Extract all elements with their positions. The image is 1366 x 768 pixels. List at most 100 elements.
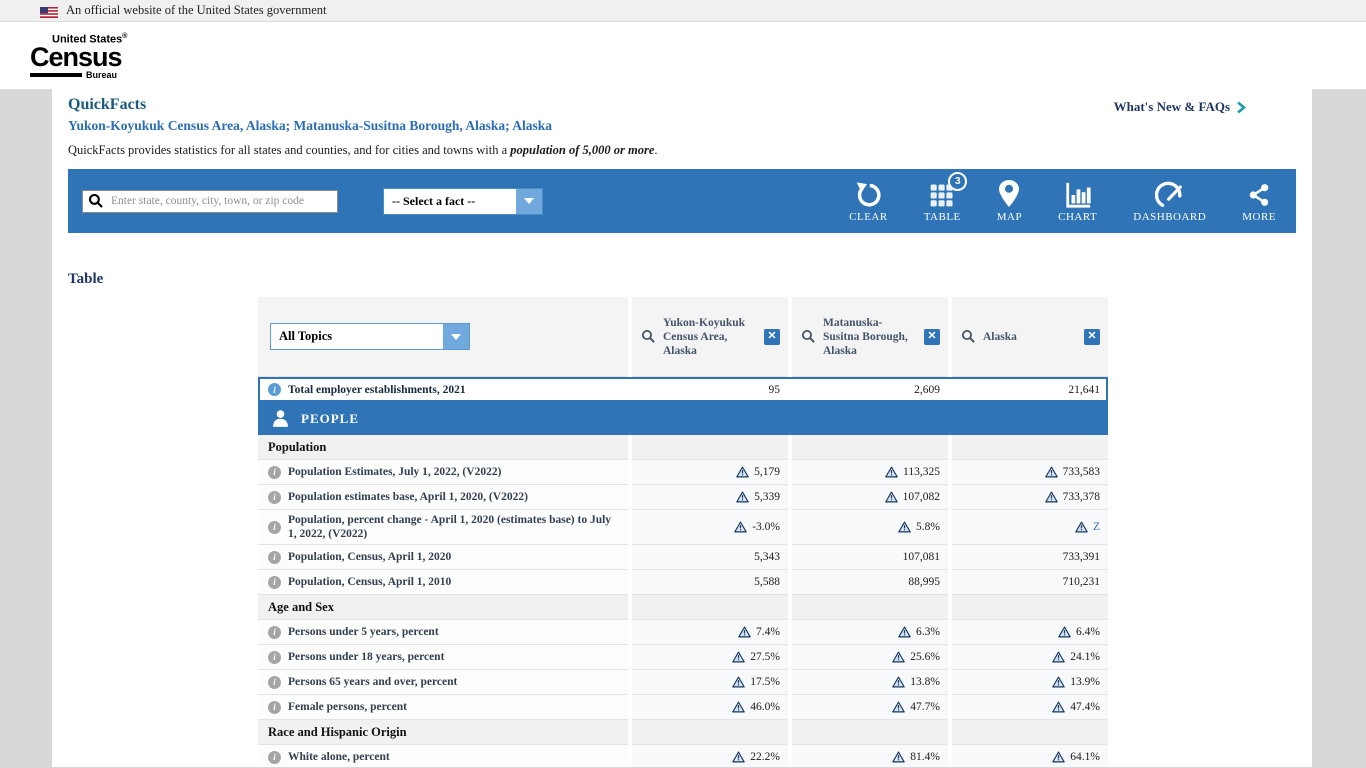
cell-value: 710,231 [1063,576,1100,588]
value-cell: 107,081 [792,545,948,570]
value-cell: 5,339 [632,485,788,510]
warning-triangle-icon[interactable] [885,491,898,503]
search-icon[interactable] [801,329,816,344]
warning-triangle-icon[interactable] [898,626,911,638]
cell-value: 7.4% [756,626,780,638]
info-icon[interactable]: i [268,751,281,764]
warning-triangle-icon[interactable] [892,676,905,688]
topics-dropdown-arrow-button[interactable] [443,324,469,349]
close-icon[interactable]: ✕ [764,329,780,345]
value-cell: 27.5% [632,645,788,670]
cell-value: 733,391 [1063,551,1100,563]
gauge-icon [1155,181,1185,209]
table-button-label: TABLE [924,211,961,223]
fact-select[interactable]: -- Select a fact -- [383,188,543,215]
clear-button[interactable]: CLEAR [849,179,888,223]
cell-value: 2,609 [914,384,940,396]
cell-value: 6.3% [916,626,940,638]
warning-triangle-icon[interactable] [892,701,905,713]
info-icon[interactable]: i [268,651,281,664]
subsection-title: Population [268,440,326,454]
clear-button-label: CLEAR [849,211,888,223]
census-bureau-logo[interactable]: United States® Census Bureau [30,31,140,81]
warning-triangle-icon[interactable] [1058,626,1071,638]
search-input[interactable] [109,191,337,212]
row-label: Persons 65 years and over, percent [288,675,457,689]
topics-header-cell: All Topics [258,297,628,377]
cell-value: 81.4% [910,751,940,763]
warning-triangle-icon[interactable] [1052,701,1065,713]
row-label-cell: i Population Estimates, July 1, 2022, (V2… [258,460,628,485]
info-icon[interactable]: i [268,701,281,714]
map-button[interactable]: MAP [997,179,1022,223]
row-label-cell: iFemale persons, percent [258,695,628,720]
cell-value: 733,583 [1063,466,1100,478]
close-icon[interactable]: ✕ [924,329,940,345]
warning-triangle-icon[interactable] [734,521,747,533]
geography-count-badge: 3 [948,172,967,191]
warning-triangle-icon[interactable] [1052,651,1065,663]
chevron-right-icon [1236,101,1246,114]
subsection-header-row: Race and Hispanic Origin [258,720,1108,745]
table-body: iTotal employer establishments, 2021952,… [258,377,1108,767]
warning-triangle-icon[interactable] [1052,676,1065,688]
info-icon[interactable]: i [268,576,281,589]
info-icon[interactable]: i [268,491,281,504]
subsection-title: Race and Hispanic Origin [268,725,407,739]
value-cell [632,595,788,620]
chart-button[interactable]: CHART [1058,179,1097,223]
dashboard-button[interactable]: DASHBOARD [1133,179,1206,223]
warning-triangle-icon[interactable] [1045,491,1058,503]
warning-triangle-icon[interactable] [892,751,905,763]
warning-triangle-icon[interactable] [1075,521,1088,533]
more-button[interactable]: MORE [1242,179,1276,223]
value-footnote-link[interactable]: Z [1093,521,1100,533]
table-button[interactable]: 3TABLE [924,179,961,223]
main-panel: QuickFacts What's New & FAQs Yukon-Koyuk… [52,89,1312,767]
info-icon[interactable]: i [268,626,281,639]
cell-value: 46.0% [750,701,780,713]
section-banner[interactable]: PEOPLE [258,402,1108,435]
value-cell: 47.4% [952,695,1108,720]
row-label-cell: iPopulation estimates base, April 1, 202… [258,485,628,510]
info-icon[interactable]: i [268,466,281,479]
value-cell: 113,325 [792,460,948,485]
warning-triangle-icon[interactable] [732,701,745,713]
value-cell: 733,378 [952,485,1108,510]
warning-triangle-icon[interactable] [885,466,898,478]
info-icon[interactable]: i [268,521,281,534]
row-label: Population Estimates, July 1, 2022, (V20… [288,465,501,479]
cell-value: 27.5% [750,651,780,663]
warning-triangle-icon[interactable] [732,676,745,688]
topics-dropdown[interactable]: All Topics [270,323,470,350]
whats-new-link[interactable]: What's New & FAQs [1114,99,1246,115]
info-icon[interactable]: i [268,676,281,689]
warning-triangle-icon[interactable] [732,651,745,663]
row-label: Population, percent change - April 1, 20… [288,513,620,541]
warning-triangle-icon[interactable] [732,751,745,763]
table-row: iPopulation, Census, April 1, 20205,3431… [258,545,1108,570]
warning-triangle-icon[interactable] [1045,466,1058,478]
search-icon[interactable] [641,329,656,344]
info-icon[interactable]: i [268,383,281,396]
cell-value: 107,082 [903,491,940,503]
warning-triangle-icon[interactable] [1052,751,1065,763]
cell-value: 5,179 [754,466,780,478]
warning-triangle-icon[interactable] [738,626,751,638]
value-cell: 17.5% [632,670,788,695]
search-icon[interactable] [961,329,976,344]
info-icon[interactable]: i [268,551,281,564]
value-cell: 13.9% [952,670,1108,695]
value-cell: 6.4% [952,620,1108,645]
warning-triangle-icon[interactable] [892,651,905,663]
warning-triangle-icon[interactable] [898,521,911,533]
close-icon[interactable]: ✕ [1084,329,1100,345]
geography-search[interactable] [82,190,338,213]
table-heading: Table [68,271,1296,288]
fact-select-arrow-button[interactable] [516,189,542,214]
page-title: QuickFacts [68,95,146,114]
warning-triangle-icon[interactable] [736,491,749,503]
value-cell: 733,391 [952,545,1108,570]
share-icon [1246,181,1272,209]
warning-triangle-icon[interactable] [736,466,749,478]
